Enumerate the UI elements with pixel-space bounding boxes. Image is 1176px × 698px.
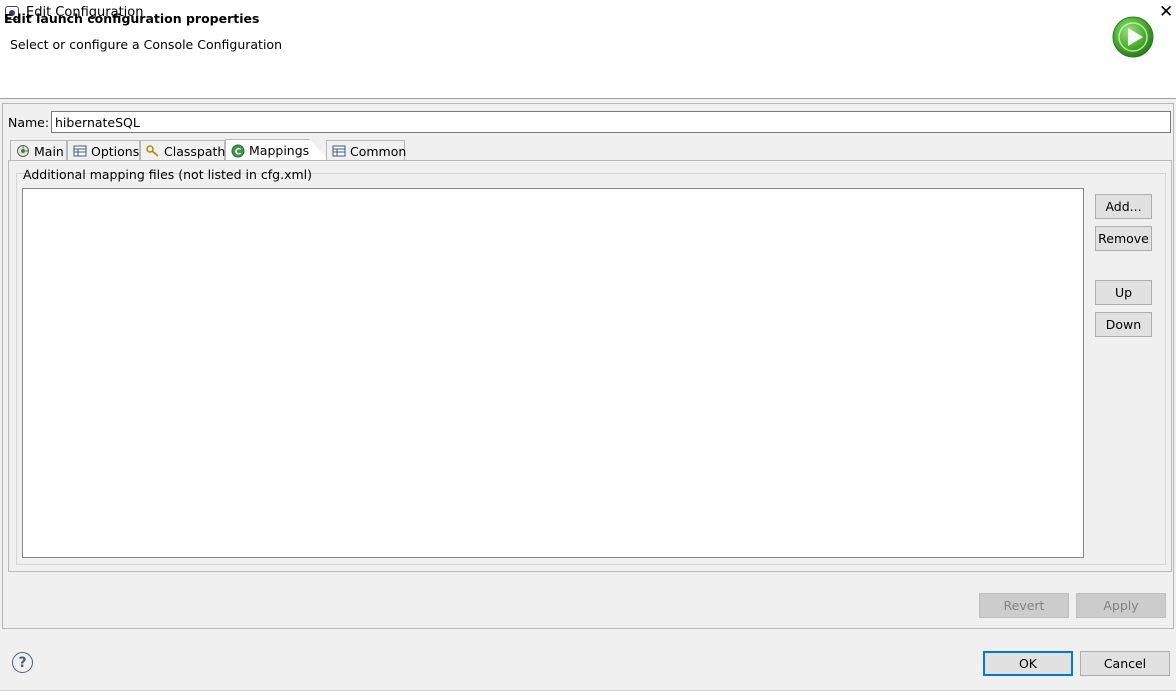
tab-classpath[interactable]: Classpath xyxy=(140,140,225,161)
mapping-files-group-label: Additional mapping files (not listed in … xyxy=(23,167,313,182)
close-icon[interactable]: ✕ xyxy=(1159,3,1173,21)
name-input[interactable] xyxy=(51,111,1171,133)
ok-button[interactable]: OK xyxy=(983,651,1073,676)
classpath-icon xyxy=(146,144,160,158)
revert-button[interactable]: Revert xyxy=(979,593,1069,618)
tab-options[interactable]: Options xyxy=(67,140,140,161)
run-icon xyxy=(1112,16,1154,58)
remove-button[interactable]: Remove xyxy=(1095,226,1152,251)
down-button[interactable]: Down xyxy=(1095,312,1152,337)
main-tab-icon xyxy=(16,144,30,158)
tab-common[interactable]: Common xyxy=(326,140,407,161)
help-icon[interactable]: ? xyxy=(12,652,33,673)
tab-label: Mappings xyxy=(249,143,310,158)
tab-label: Common xyxy=(350,143,407,159)
add-button[interactable]: Add... xyxy=(1095,194,1152,219)
tab-label: Options xyxy=(91,143,140,159)
tab-main[interactable]: Main xyxy=(10,140,67,161)
up-button[interactable]: Up xyxy=(1095,280,1152,305)
header-title: Edit launch configuration properties xyxy=(4,11,260,26)
cancel-button[interactable]: Cancel xyxy=(1080,651,1170,676)
mapping-files-list[interactable] xyxy=(22,188,1084,558)
tab-label: Main xyxy=(34,143,64,159)
apply-button[interactable]: Apply xyxy=(1076,593,1166,618)
header-description: Select or configure a Console Configurat… xyxy=(10,37,282,52)
tab-label: Classpath xyxy=(164,143,226,159)
hibernate-mappings-icon: C xyxy=(231,144,245,158)
options-table-icon xyxy=(73,144,87,158)
name-label: Name: xyxy=(8,115,50,130)
common-table-icon xyxy=(332,144,346,158)
svg-text:C: C xyxy=(235,147,242,157)
